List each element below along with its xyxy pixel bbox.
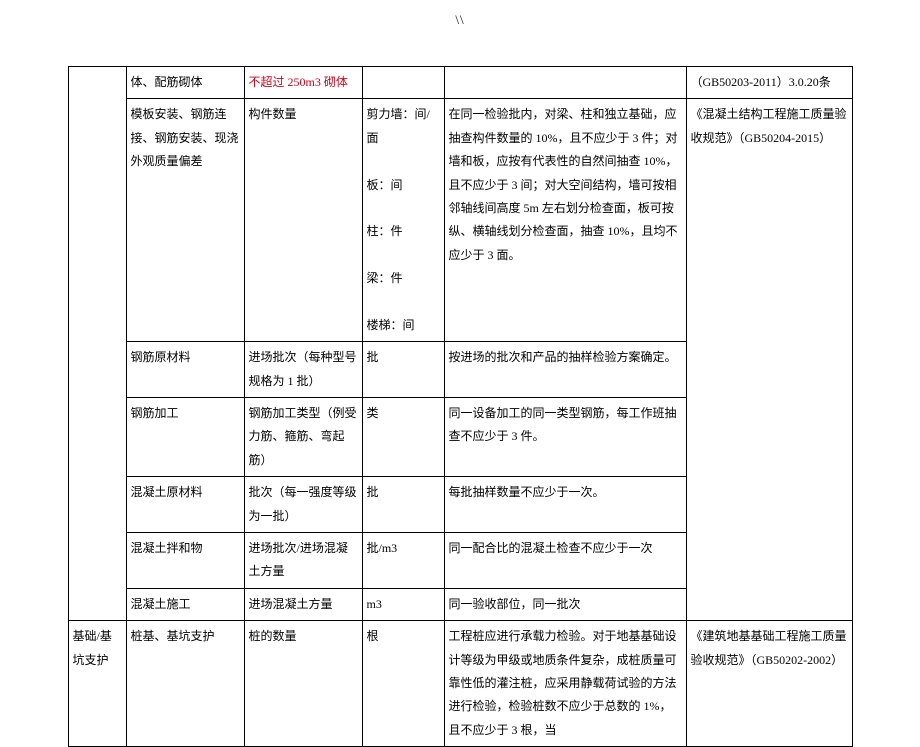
cell-desc: 在同一检验批内，对梁、柱和独立基础，应抽查构件数量的 10%，且不应少于 3 件… [444, 99, 686, 342]
cell-batch: 桩的数量 [244, 621, 362, 747]
cell-unit: 批 [362, 342, 444, 398]
cell-unit: m3 [362, 588, 444, 620]
page-marker: \\ [0, 0, 920, 66]
cell-desc: 同一验收部位，同一批次 [444, 588, 686, 620]
cell-unit [362, 67, 444, 99]
spec-table: 体、配筋砌体 不超过 250m3 砌体 （GB50203-2011）3.0.20… [68, 66, 853, 747]
cell-desc: 按进场的批次和产品的抽样检验方案确定。 [444, 342, 686, 398]
cell-desc: 同一配合比的混凝土检查不应少于一次 [444, 533, 686, 589]
cell-batch-red: 不超过 250m3 砌体 [244, 67, 362, 99]
cell-item: 混凝土原材料 [126, 477, 244, 533]
cell-standard: （GB50203-2011）3.0.20条 [686, 67, 852, 99]
cell-item: 体、配筋砌体 [126, 67, 244, 99]
cell-desc [444, 67, 686, 99]
cell-category: 基础/基坑支护 [68, 621, 126, 747]
cell-item: 钢筋原材料 [126, 342, 244, 398]
cell-item: 混凝土拌和物 [126, 533, 244, 589]
cell-desc: 每批抽样数量不应少于一次。 [444, 477, 686, 533]
cell-batch: 进场批次/进场混凝土方量 [244, 533, 362, 589]
cell-batch: 进场混凝土方量 [244, 588, 362, 620]
cell-batch: 构件数量 [244, 99, 362, 342]
cell-standard: 《建筑地基基础工程施工质量验收规范》（GB50202-2002） [686, 621, 852, 747]
cell-standard: 《混凝土结构工程施工质量验收规范》（GB50204-2015） [686, 99, 852, 621]
cell-desc: 工程桩应进行承载力检验。对于地基基础设计等级为甲级或地质条件复杂，成桩质量可靠性… [444, 621, 686, 747]
cell-item: 模板安装、钢筋连接、钢筋安装、现浇外观质量偏差 [126, 99, 244, 342]
cell-unit: 剪力墙：间/面 板：间 柱：件 梁：件 楼梯：间 [362, 99, 444, 342]
cell-item: 混凝土施工 [126, 588, 244, 620]
table-row: 基础/基坑支护 桩基、基坑支护 桩的数量 根 工程桩应进行承载力检验。对于地基基… [68, 621, 852, 747]
cell-unit: 批 [362, 477, 444, 533]
cell-batch: 钢筋加工类型（例受力筋、箍筋、弯起筋） [244, 398, 362, 477]
table-row: 模板安装、钢筋连接、钢筋安装、现浇外观质量偏差 构件数量 剪力墙：间/面 板：间… [68, 99, 852, 342]
cell-item: 桩基、基坑支护 [126, 621, 244, 747]
cell-unit: 根 [362, 621, 444, 747]
cell-unit: 类 [362, 398, 444, 477]
cell-batch: 进场批次（每种型号规格为 1 批） [244, 342, 362, 398]
cell-batch: 批次（每一强度等级为一批） [244, 477, 362, 533]
table-row: 体、配筋砌体 不超过 250m3 砌体 （GB50203-2011）3.0.20… [68, 67, 852, 99]
cell-item: 钢筋加工 [126, 398, 244, 477]
cell-unit: 批/m3 [362, 533, 444, 589]
cell-category [68, 67, 126, 621]
cell-desc: 同一设备加工的同一类型钢筋，每工作班抽查不应少于 3 件。 [444, 398, 686, 477]
